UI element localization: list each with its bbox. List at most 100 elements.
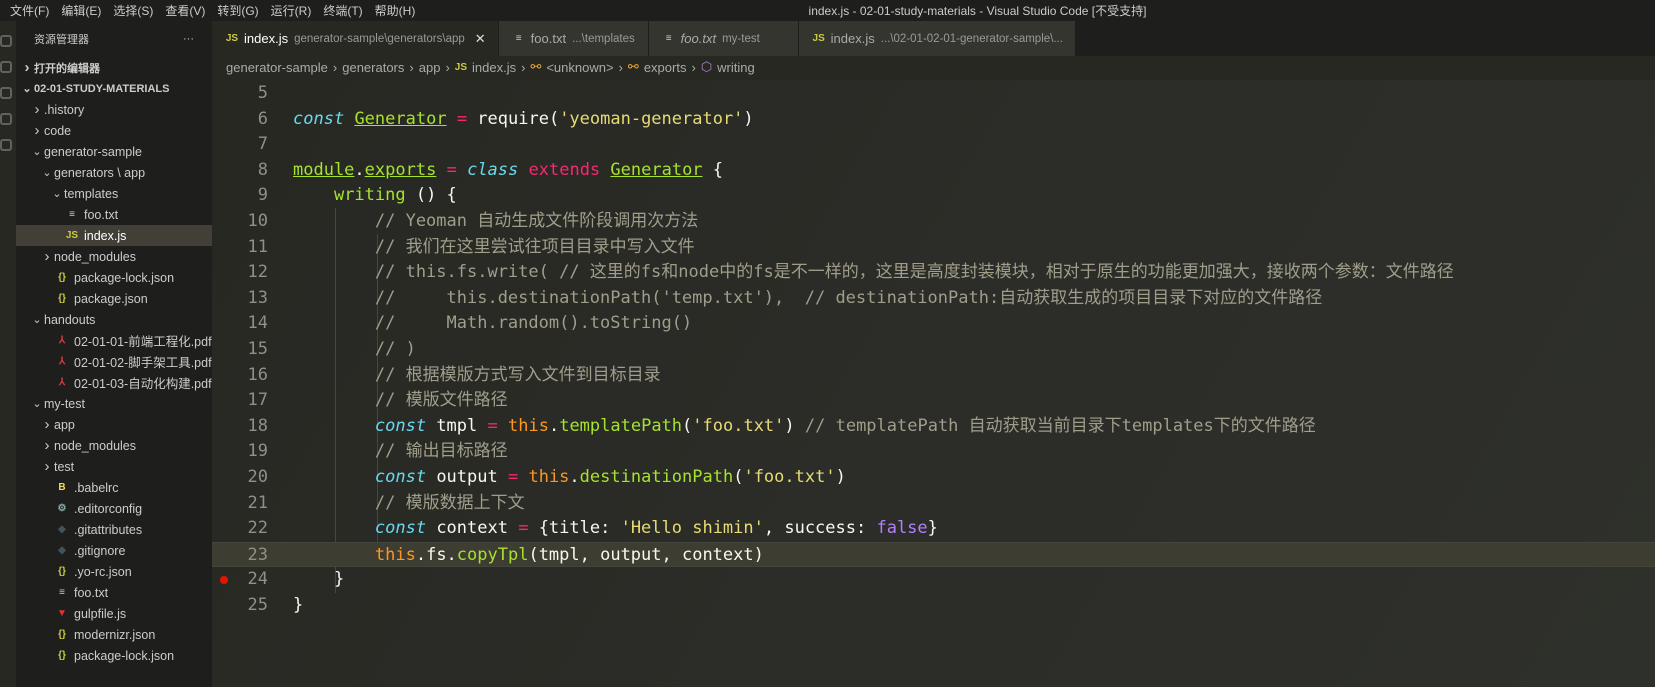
tree-file[interactable]: {} package-lock.json xyxy=(16,267,212,288)
code-token: (tmpl, output, context) xyxy=(528,544,764,565)
code-line[interactable]: 22 const context = {title: 'Hello shimin… xyxy=(212,516,1655,542)
tree-file[interactable]: ⚙ .editorconfig xyxy=(16,498,212,519)
tree-folder[interactable]: › node_modules xyxy=(16,435,212,456)
menu-item[interactable]: 终端(T) xyxy=(317,2,368,19)
tree-file[interactable]: ≡ foo.txt xyxy=(16,582,212,603)
code-line[interactable]: 20 const output = this.destinationPath('… xyxy=(212,465,1655,491)
code-line[interactable]: 16 // 根据模版方式写入文件到目标目录 xyxy=(212,363,1655,389)
breadcrumb-item[interactable]: exports xyxy=(644,60,687,75)
tree-label: foo.txt xyxy=(74,585,109,600)
tree-file[interactable]: {} .yo-rc.json xyxy=(16,561,212,582)
tree-folder[interactable]: › node_modules xyxy=(16,246,212,267)
breadcrumb-item[interactable]: generators xyxy=(342,60,404,75)
extensions-icon[interactable] xyxy=(0,139,12,151)
code-line[interactable]: 7 xyxy=(212,132,1655,158)
code-line[interactable]: 21 // 模版数据上下文 xyxy=(212,491,1655,517)
tree-file[interactable]: {} modernizr.json xyxy=(16,624,212,645)
tree-file[interactable]: ⅄ 02-01-01-前端工程化.pdf xyxy=(16,330,212,351)
tree-file[interactable]: ◆ .gitignore xyxy=(16,540,212,561)
editor-tab[interactable]: ≡ foo.txt my-test xyxy=(648,21,799,56)
editor-tab[interactable]: JS index.js ...\02-01-02-01-generator-samp… xyxy=(798,21,1076,56)
breadcrumb-item[interactable]: <unknown> xyxy=(546,60,613,75)
code-editor[interactable]: 5 6 const Generator = require('yeoman-gene… xyxy=(212,80,1655,687)
tree-folder[interactable]: ⌄ 02-01-STUDY-MATERIALS xyxy=(16,78,212,99)
tree-folder[interactable]: ⌄ templates xyxy=(16,183,212,204)
tree-folder[interactable]: › code xyxy=(16,120,212,141)
code-text: // 根据模版方式写入文件到目标目录 xyxy=(293,363,661,389)
code-line[interactable]: 13 // this.destinationPath('temp.txt'), … xyxy=(212,286,1655,312)
code-line[interactable]: 17 // 模版文件路径 xyxy=(212,388,1655,414)
menu-item[interactable]: 查看(V) xyxy=(159,2,211,19)
explorer-icon[interactable] xyxy=(0,35,12,47)
code-line[interactable]: 5 xyxy=(212,81,1655,107)
tree-file[interactable]: {} package-lock.json xyxy=(16,645,212,666)
code-token: = xyxy=(487,415,498,436)
menu-item[interactable]: 选择(S) xyxy=(107,2,159,19)
line-number: 21 xyxy=(247,492,268,513)
menu-item[interactable]: 帮助(H) xyxy=(369,2,422,19)
babel-file-icon: B xyxy=(58,482,66,493)
code-line[interactable]: 10 // Yeoman 自动生成文件阶段调用次方法 xyxy=(212,209,1655,235)
breadcrumb-item[interactable]: writing xyxy=(717,60,755,75)
tree-folder[interactable]: ⌄ my-test xyxy=(16,393,212,414)
code-line[interactable]: 25} xyxy=(212,593,1655,619)
tree-folder[interactable]: › test xyxy=(16,456,212,477)
source-control-icon[interactable] xyxy=(0,87,12,99)
txt-file-icon: ≡ xyxy=(515,33,522,44)
chevron-down-icon: ⌄ xyxy=(32,398,42,410)
tree-folder[interactable]: ⌄ generators \ app xyxy=(16,162,212,183)
code-text: } xyxy=(293,567,344,593)
menu-item[interactable]: 转到(G) xyxy=(211,2,264,19)
code-text: const Generator = require('yeoman-genera… xyxy=(293,107,754,133)
code-token: const xyxy=(374,467,427,487)
code-line[interactable]: 12 // this.fs.write( // 这里的fs和node中的fs是不… xyxy=(212,260,1655,286)
tree-label: 02-01-STUDY-MATERIALS xyxy=(34,82,170,95)
chevron-right-icon: › xyxy=(445,59,450,75)
tree-folder[interactable]: › app xyxy=(16,414,212,435)
code-line[interactable]: 23 this.fs.copyTpl(tmpl, output, context… xyxy=(212,541,1655,568)
menu-item[interactable]: 运行(R) xyxy=(265,2,318,19)
tree-file[interactable]: ≡ foo.txt xyxy=(16,204,212,225)
more-actions-button[interactable]: ··· xyxy=(183,33,194,45)
breadcrumb-item[interactable]: app xyxy=(419,60,441,75)
tree-folder[interactable]: › 打开的编辑器 xyxy=(16,57,212,78)
menu-item[interactable]: 编辑(E) xyxy=(55,2,107,19)
editor-tab[interactable]: JS index.js generator-sample\generators\ap… xyxy=(212,21,499,56)
tree-file[interactable]: ⅄ 02-01-02-脚手架工具.pdf xyxy=(16,351,212,372)
code-line[interactable]: 18 const tmpl = this.templatePath('foo.t… xyxy=(212,414,1655,440)
code-text: // this.destinationPath('temp.txt'), // … xyxy=(293,286,1322,312)
code-line[interactable]: 9 writing () { xyxy=(212,183,1655,209)
code-line[interactable]: 19 // 输出目标路径 xyxy=(212,439,1655,465)
line-number: 17 xyxy=(247,390,268,411)
tree-file[interactable]: {} package.json xyxy=(16,288,212,309)
tree-file[interactable]: ◆ .gitattributes xyxy=(16,519,212,540)
code-token: = xyxy=(507,467,519,487)
line-number: 24 xyxy=(247,569,268,590)
tree-file[interactable]: ⅄ 02-01-03-自动化构建.pdf xyxy=(16,372,212,393)
code-line[interactable]: 15 // ) xyxy=(212,337,1655,363)
tree-folder[interactable]: › .history xyxy=(16,99,212,120)
tree-folder[interactable]: ⌄ handouts xyxy=(16,309,212,330)
code-token: copyTpl xyxy=(456,544,529,565)
code-line[interactable]: 6 const Generator = require('yeoman-gener… xyxy=(212,107,1655,133)
code-token: {title: xyxy=(528,518,621,539)
breadcrumb-item[interactable]: index.js xyxy=(472,60,516,75)
chevron-right-icon: › xyxy=(44,248,50,265)
breadcrumb-item[interactable]: generator-sample xyxy=(226,60,328,75)
code-line[interactable]: 11 // 我们在这里尝试往项目目录中写入文件 xyxy=(212,235,1655,261)
search-icon[interactable] xyxy=(0,61,12,73)
code-line[interactable]: 24 } xyxy=(212,567,1655,593)
close-icon[interactable]: ✕ xyxy=(475,31,486,47)
line-number: 15 xyxy=(247,339,268,359)
tree-file[interactable]: ▼ gulpfile.js xyxy=(16,603,212,624)
tree-label: package-lock.json xyxy=(74,270,175,285)
tree-folder[interactable]: ⌄ generator-sample xyxy=(16,141,212,162)
debug-icon[interactable] xyxy=(0,113,12,125)
code-line[interactable]: 14 // Math.random().toString() xyxy=(212,311,1655,337)
code-line[interactable]: 8 module.exports = class extends Generato… xyxy=(212,158,1655,184)
tree-file[interactable]: JS index.js xyxy=(16,225,212,246)
tree-file[interactable]: B .babelrc xyxy=(16,477,212,498)
menu-item[interactable]: 文件(F) xyxy=(4,2,55,19)
editor-tab[interactable]: ≡ foo.txt ...\templates xyxy=(498,21,649,56)
